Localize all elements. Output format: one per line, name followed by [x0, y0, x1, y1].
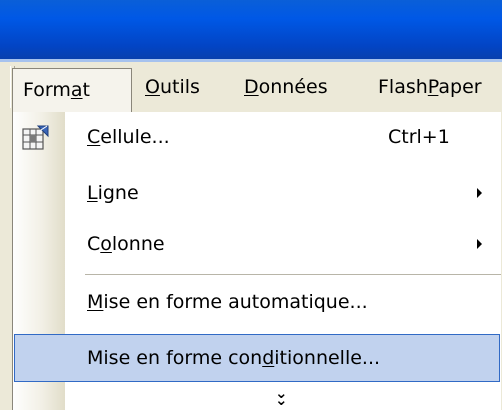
- menu-outils[interactable]: Outils: [145, 74, 200, 101]
- menu-item-mise-en-forme-conditionnelle-label: Mise en forme conditionnelle...: [87, 347, 381, 369]
- menu-format[interactable]: Format: [12, 68, 132, 113]
- menu-item-cellule-shortcut: Ctrl+1: [388, 126, 450, 148]
- menu-item-colonne-label: Colonne: [87, 233, 165, 255]
- submenu-arrow-icon: [477, 239, 482, 249]
- menu-item-colonne[interactable]: Colonne: [13, 220, 501, 268]
- menu-flashpaper[interactable]: FlashPaper: [378, 74, 482, 101]
- menu-item-cellule-label: Cellule...: [87, 126, 170, 148]
- menu-item-mise-en-forme-automatique-label: Mise en forme automatique...: [87, 291, 368, 313]
- submenu-arrow-icon: [477, 188, 482, 198]
- menu-expand-button[interactable]: ⌄ ⌄: [13, 381, 501, 409]
- format-cells-icon: [22, 125, 49, 150]
- menu-separator: [85, 274, 501, 275]
- menu-flashpaper-label: FlashPaper: [378, 76, 482, 98]
- menu-item-mise-en-forme-conditionnelle[interactable]: Mise en forme conditionnelle...: [14, 334, 500, 382]
- chevron-double-down-icon: ⌄ ⌄: [275, 384, 288, 409]
- menu-item-cellule[interactable]: Cellule... Ctrl+1: [13, 113, 501, 161]
- window-titlebar: [0, 0, 502, 62]
- menu-donnees-label: Données: [244, 76, 328, 98]
- menu-item-mise-en-forme-automatique[interactable]: Mise en forme automatique...: [13, 278, 501, 326]
- menu-item-ligne-label: Ligne: [87, 182, 139, 204]
- menu-format-label: Format: [23, 79, 90, 101]
- menu-bar: Format Outils Données FlashPaper: [0, 62, 502, 113]
- menu-outils-label: Outils: [145, 76, 200, 98]
- format-dropdown-menu: Cellule... Ctrl+1 Ligne Colonne Mise en …: [12, 112, 501, 410]
- menu-donnees[interactable]: Données: [244, 74, 328, 101]
- menu-item-ligne[interactable]: Ligne: [13, 169, 501, 217]
